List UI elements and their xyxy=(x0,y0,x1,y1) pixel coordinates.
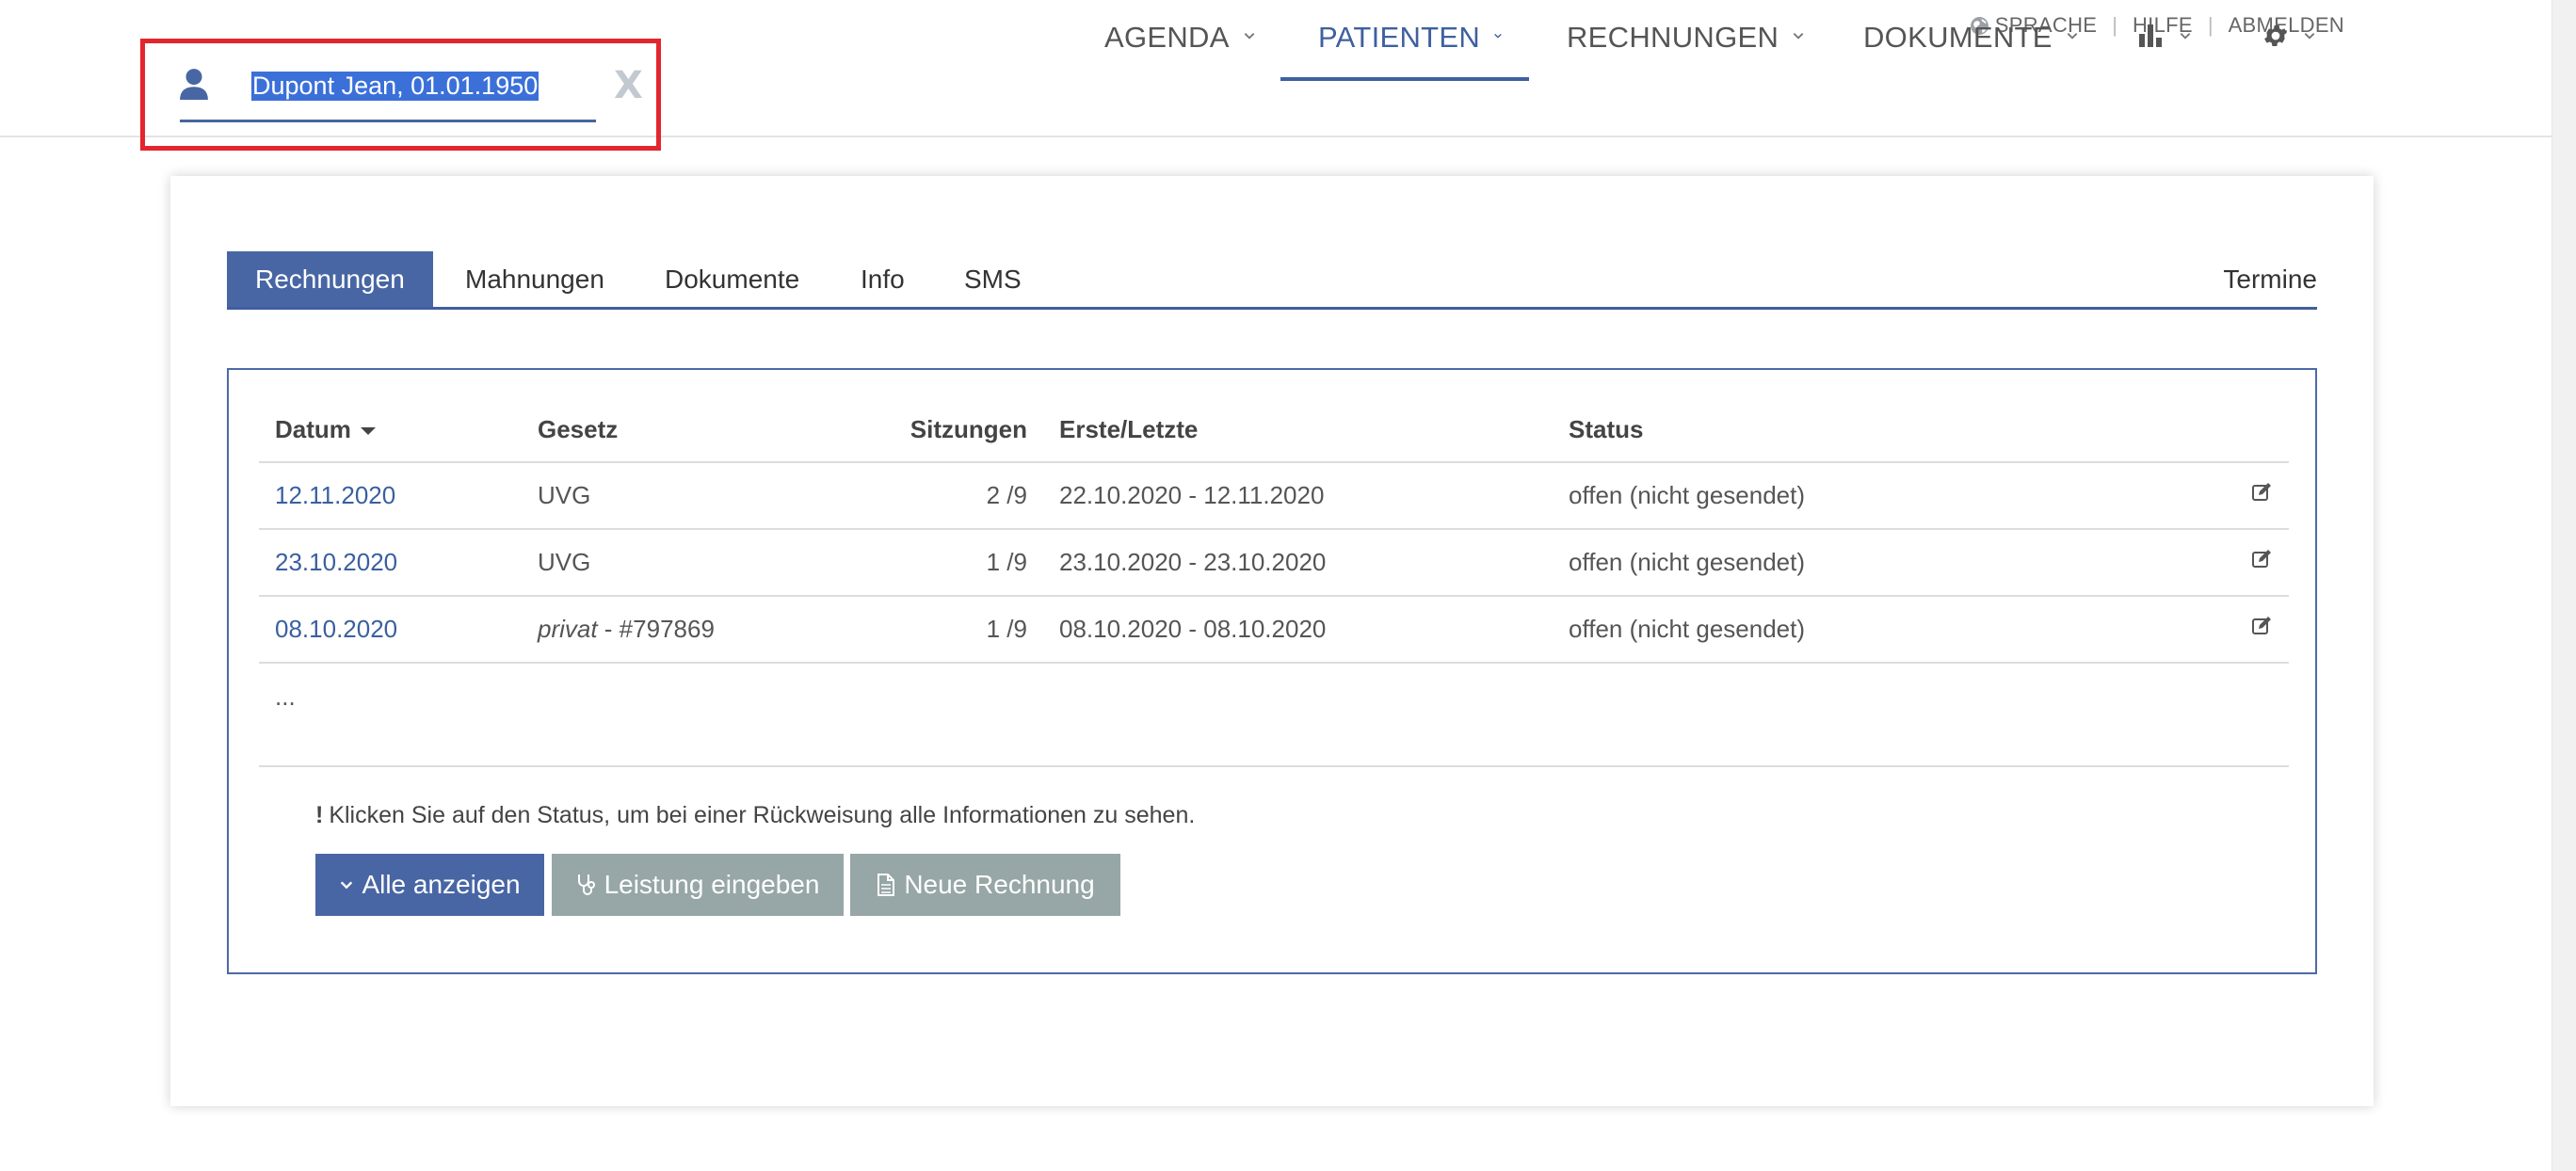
patient-invoices-card: Rechnungen Mahnungen Dokumente Info SMS … xyxy=(170,176,2374,1106)
invoice-law: UVG xyxy=(522,529,829,597)
chevron-down-icon xyxy=(2067,33,2078,40)
invoice-sessions: 1 /9 xyxy=(829,596,1043,664)
table-row: 08.10.2020 privat - #797869 1 /9 08.10.2… xyxy=(259,596,2289,664)
invoice-law-value: privat xyxy=(538,615,598,643)
invoice-panel: Datum Gesetz Sitzungen Erste/Letzte Stat… xyxy=(227,368,2317,974)
col-datum[interactable]: Datum xyxy=(259,398,522,463)
new-invoice-button[interactable]: Neue Rechnung xyxy=(850,854,1120,916)
table-header-row: Datum Gesetz Sitzungen Erste/Letzte Stat… xyxy=(259,398,2289,463)
gear-icon xyxy=(2264,25,2287,46)
show-all-button[interactable]: Alle anzeigen xyxy=(315,854,544,916)
new-invoice-label: Neue Rechnung xyxy=(904,870,1095,899)
enter-service-label: Leistung eingeben xyxy=(604,870,820,899)
clear-patient-button[interactable]: X xyxy=(614,64,643,107)
invoice-table: Datum Gesetz Sitzungen Erste/Letzte Stat… xyxy=(259,398,2289,664)
invoice-law: privat - #797869 xyxy=(522,596,829,664)
invoice-sessions: 2 /9 xyxy=(829,462,1043,530)
col-actions xyxy=(2077,398,2289,463)
nav-patienten[interactable]: PATIENTEN xyxy=(1280,0,1529,81)
nav-dokumente[interactable]: DOKUMENTE xyxy=(1863,0,2079,79)
nav-rechnungen[interactable]: RECHNUNGEN xyxy=(1567,0,1805,79)
bar-chart-icon xyxy=(2139,24,2162,47)
invoice-date-link[interactable]: 23.10.2020 xyxy=(259,529,522,597)
chevron-down-icon xyxy=(1793,33,1804,40)
nav-settings[interactable] xyxy=(2262,0,2316,79)
stethoscope-icon xyxy=(577,874,595,895)
edit-icon[interactable] xyxy=(2250,615,2273,637)
nav-patienten-label: PATIENTEN xyxy=(1318,21,1481,54)
user-icon xyxy=(180,69,208,100)
invoice-status[interactable]: offen (nicht gesendet) xyxy=(1553,462,2077,530)
page-scrollbar[interactable] xyxy=(2552,0,2576,1171)
invoice-status[interactable]: offen (nicht gesendet) xyxy=(1553,529,2077,597)
chevron-down-icon xyxy=(1494,33,1502,39)
invoice-law: UVG xyxy=(522,462,829,530)
invoice-actions xyxy=(2077,529,2289,597)
table-row: 12.11.2020 UVG 2 /9 22.10.2020 - 12.11.2… xyxy=(259,462,2289,530)
divider xyxy=(259,765,2289,767)
edit-icon[interactable] xyxy=(2250,548,2273,570)
tab-mahnungen[interactable]: Mahnungen xyxy=(465,251,604,307)
document-icon xyxy=(877,874,895,896)
chevron-down-icon xyxy=(341,881,353,890)
col-datum-label: Datum xyxy=(275,415,351,443)
nav-statistics[interactable] xyxy=(2137,0,2192,79)
invoice-law-value: UVG xyxy=(538,481,591,509)
tab-dokumente[interactable]: Dokumente xyxy=(665,251,799,307)
nav-dokumente-label: DOKUMENTE xyxy=(1863,21,2053,54)
tab-termine[interactable]: Termine xyxy=(2223,251,2317,307)
patient-search-field[interactable]: Dupont Jean, 01.01.1950 xyxy=(180,64,596,122)
more-rows-indicator: ... xyxy=(275,682,296,711)
invoice-period: 08.10.2020 - 08.10.2020 xyxy=(1043,596,1553,664)
chevron-down-icon xyxy=(2180,33,2191,40)
invoice-date-link[interactable]: 12.11.2020 xyxy=(259,462,522,530)
invoice-law-suffix: - #797869 xyxy=(597,615,715,643)
col-sitzungen: Sitzungen xyxy=(829,398,1043,463)
col-erste-letzte: Erste/Letzte xyxy=(1043,398,1553,463)
col-status: Status xyxy=(1553,398,2077,463)
status-hint-text: Klicken Sie auf den Status, um bei einer… xyxy=(329,802,1196,828)
invoice-status[interactable]: offen (nicht gesendet) xyxy=(1553,596,2077,664)
tab-sms[interactable]: SMS xyxy=(964,251,1022,307)
col-gesetz: Gesetz xyxy=(522,398,829,463)
tab-info[interactable]: Info xyxy=(861,251,905,307)
edit-icon[interactable] xyxy=(2250,481,2273,504)
nav-agenda-label: AGENDA xyxy=(1104,21,1230,54)
invoice-period: 23.10.2020 - 23.10.2020 xyxy=(1043,529,1553,597)
sort-desc-icon xyxy=(360,427,376,436)
table-row: 23.10.2020 UVG 1 /9 23.10.2020 - 23.10.2… xyxy=(259,529,2289,597)
status-hint: ! Klicken Sie auf den Status, um bei eine… xyxy=(315,802,1195,829)
invoice-actions xyxy=(2077,596,2289,664)
tab-rechnungen[interactable]: Rechnungen xyxy=(227,251,433,307)
invoice-sessions: 1 /9 xyxy=(829,529,1043,597)
exclamation-icon: ! xyxy=(315,802,324,828)
invoice-period: 22.10.2020 - 12.11.2020 xyxy=(1043,462,1553,530)
show-all-label: Alle anzeigen xyxy=(362,870,521,899)
chevron-down-icon xyxy=(2304,33,2315,40)
patient-search-input[interactable]: Dupont Jean, 01.01.1950 xyxy=(251,72,539,101)
invoice-date-link[interactable]: 08.10.2020 xyxy=(259,596,522,664)
invoice-actions xyxy=(2077,462,2289,530)
nav-agenda[interactable]: AGENDA xyxy=(1104,0,1256,79)
enter-service-button[interactable]: Leistung eingeben xyxy=(552,854,844,916)
invoice-law-value: UVG xyxy=(538,548,591,576)
chevron-down-icon xyxy=(1244,33,1255,40)
nav-rechnungen-label: RECHNUNGEN xyxy=(1567,21,1779,54)
patient-tabs: Rechnungen Mahnungen Dokumente Info SMS … xyxy=(227,251,2317,310)
